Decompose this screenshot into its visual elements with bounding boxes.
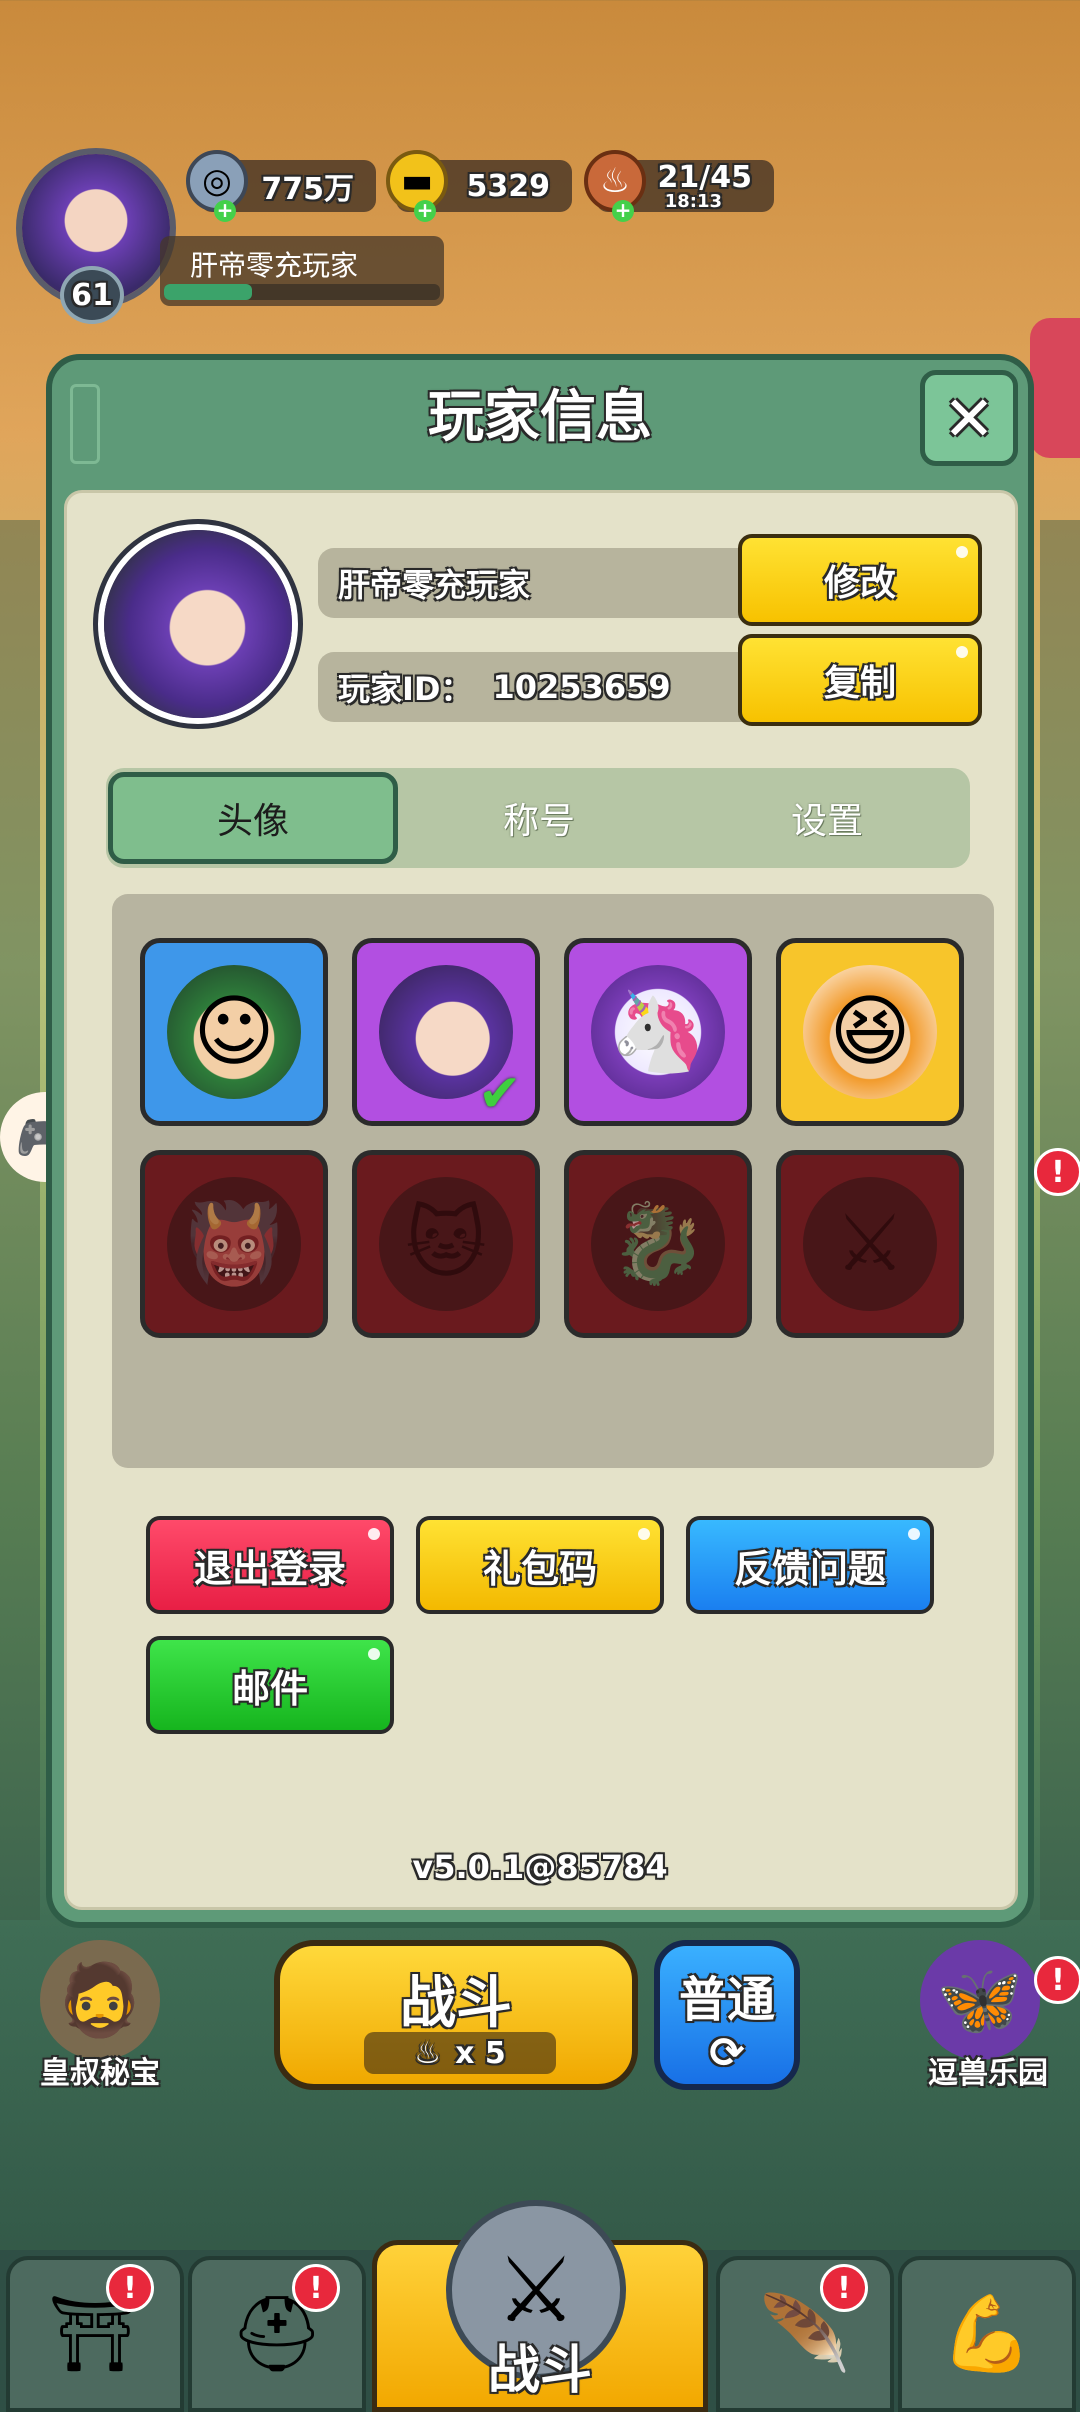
avatar-slot-locked[interactable]: 👹 <box>140 1150 328 1338</box>
logout-label: 退出登录 <box>193 1546 346 1591</box>
player-name-field: 肝帝零充玩家 <box>318 548 758 618</box>
gift-code-button[interactable]: 礼包码 <box>416 1516 664 1614</box>
silver-value: 775万 <box>261 172 354 207</box>
left-side-menu-edge <box>0 520 40 1920</box>
right-feature-label: 逗兽乐园 <box>928 2056 1048 2091</box>
nav-upgrade[interactable]: 💪 <box>898 2256 1076 2412</box>
armored-general-avatar-icon: ⚔ <box>803 1177 937 1311</box>
alert-badge-text: ! <box>1051 1962 1065 1998</box>
treasure-uncle-icon[interactable]: 🧔 <box>40 1940 160 2060</box>
lucky-cat-avatar-icon: 🐱 <box>379 1177 513 1311</box>
xp-bar <box>164 284 440 300</box>
refresh-icon: ⟳ <box>709 2028 745 2077</box>
gold-value: 5329 <box>466 168 551 204</box>
tab-settings[interactable]: 设置 <box>682 772 972 864</box>
dragon-avatar-icon: 🐉 <box>591 1177 725 1311</box>
alert-badge-shop: ! <box>106 2264 154 2312</box>
player-name-value: 肝帝零充玩家 <box>338 566 531 604</box>
version-text: v5.0.1@85784 <box>412 1848 668 1886</box>
feedback-label: 反馈问题 <box>733 1546 886 1591</box>
unicorn-avatar-icon: 🦄 <box>591 965 725 1099</box>
hud-player-name: 肝帝零充玩家 <box>190 249 359 282</box>
player-id-field: 玩家ID： 10253659 <box>318 652 758 722</box>
power-up-arm-icon: 💪 <box>940 2290 1034 2377</box>
close-icon: ✕ <box>943 381 995 455</box>
profile-avatar[interactable] <box>98 524 298 724</box>
xp-bar-fill <box>164 284 252 300</box>
mail-button[interactable]: 邮件 <box>146 1636 394 1734</box>
feedback-button[interactable]: 反馈问题 <box>686 1516 934 1614</box>
level-badge: 61 <box>60 266 124 324</box>
copy-id-button[interactable]: 复制 <box>738 634 982 726</box>
meat-drumstick-icon: ♨ <box>414 2035 442 2071</box>
alert-badge-heroes: ! <box>820 2264 868 2312</box>
modal-title: 玩家信息 <box>428 385 652 450</box>
alert-badge-text: ! <box>1051 1154 1065 1190</box>
add-gold-icon[interactable]: + <box>414 200 436 222</box>
left-feature-label: 皇叔秘宝 <box>40 2056 160 2091</box>
tab-title-label: 称号 <box>502 801 575 842</box>
red-helmet-warrior-avatar-icon: 👹 <box>167 1177 301 1311</box>
battle-label: 战斗 <box>400 1971 512 2036</box>
alert-badge-right: ! <box>1034 1148 1080 1196</box>
player-id-value: 10253659 <box>492 668 671 706</box>
nav-battle-label: 战斗 <box>487 2341 592 2401</box>
mode-label: 普通 <box>678 1972 775 2028</box>
edit-name-button[interactable]: 修改 <box>738 534 982 626</box>
battle-cost-value: x 5 <box>455 2035 506 2071</box>
tab-avatar[interactable]: 头像 <box>108 772 398 864</box>
avatar-slot-locked[interactable]: ⚔ <box>776 1150 964 1338</box>
mail-label: 邮件 <box>231 1666 308 1711</box>
close-button[interactable]: ✕ <box>920 370 1018 466</box>
logout-button[interactable]: 退出登录 <box>146 1516 394 1614</box>
stamina-value: 21/45 <box>657 160 752 195</box>
alert-badge-text: ! <box>123 2270 137 2306</box>
tab-avatar-label: 头像 <box>216 801 289 842</box>
beast-park-icon[interactable]: 🦋 <box>920 1940 1040 2060</box>
laughing-warrior-avatar-icon: 😆 <box>803 965 937 1099</box>
player-id-label: 玩家ID： <box>338 670 473 708</box>
avatar-slot[interactable]: ☺ <box>140 938 328 1126</box>
battle-cost: ♨ x 5 <box>364 2032 556 2074</box>
selected-check-icon: ✔ <box>478 1064 522 1124</box>
avatar-slot[interactable]: 😆 <box>776 938 964 1126</box>
alert-badge-text: ! <box>309 2270 323 2306</box>
right-character-peek <box>1030 318 1080 458</box>
gift-code-label: 礼包码 <box>482 1546 597 1591</box>
tab-title[interactable]: 称号 <box>394 772 684 864</box>
warrior-avatar-icon: ☺ <box>167 965 301 1099</box>
alert-badge-beast-park: ! <box>1034 1956 1080 2004</box>
purple-hair-girl-avatar-icon <box>104 530 292 718</box>
copy-id-label: 复制 <box>823 663 896 704</box>
avatar-slot-locked[interactable]: 🐱 <box>352 1150 540 1338</box>
tab-settings-label: 设置 <box>790 801 863 842</box>
nav-equipment[interactable]: ⛑ <box>188 2256 366 2412</box>
add-silver-icon[interactable]: + <box>214 200 236 222</box>
stamina-timer: 18:13 <box>664 191 722 212</box>
avatar-slot-locked[interactable]: 🐉 <box>564 1150 752 1338</box>
nav-shop[interactable]: ⛩ <box>6 2256 184 2412</box>
nav-heroes[interactable]: 🪶 <box>716 2256 894 2412</box>
alert-badge-equipment: ! <box>292 2264 340 2312</box>
alert-badge-text: ! <box>837 2270 851 2306</box>
edit-name-label: 修改 <box>823 563 896 604</box>
right-side-menu-edge <box>1040 520 1080 1920</box>
avatar-slot[interactable]: 🦄 <box>564 938 752 1126</box>
add-stamina-icon[interactable]: + <box>612 200 634 222</box>
